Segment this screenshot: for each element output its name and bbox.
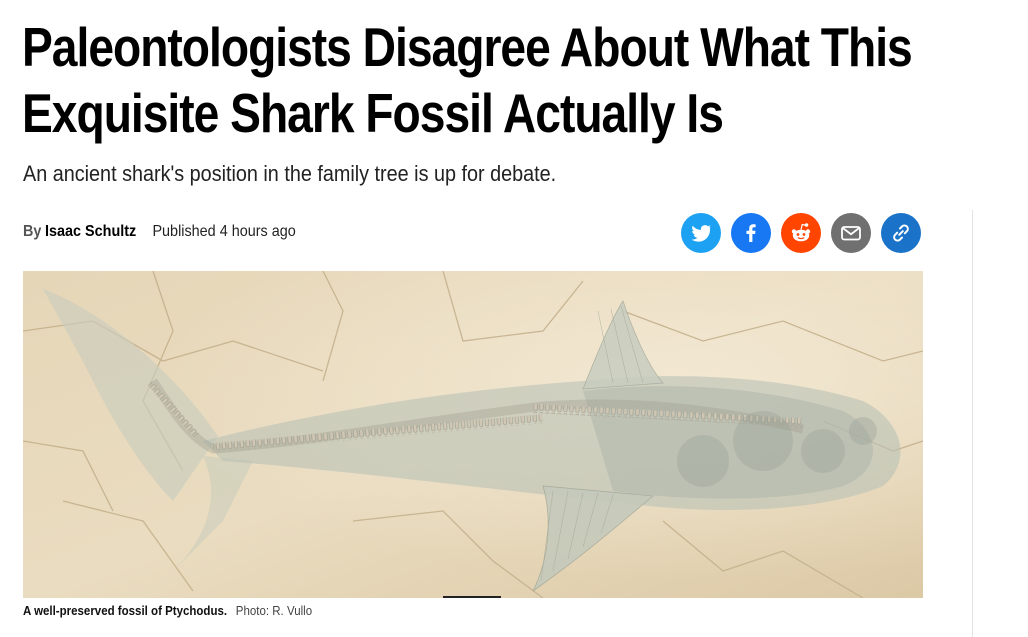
link-icon — [893, 224, 909, 242]
twitter-icon — [691, 225, 712, 242]
byline-prefix: By — [23, 223, 42, 240]
email-icon — [841, 226, 861, 241]
share-email-button[interactable] — [831, 213, 871, 253]
article-image[interactable] — [23, 271, 923, 598]
photo-credit: Photo: R. Vullo — [235, 604, 313, 618]
image-progress-indicator — [443, 596, 501, 598]
byline: By Isaac Schultz Published 4 hours ago — [23, 220, 296, 244]
share-copy-link-button[interactable] — [881, 213, 921, 253]
caption-text: A well-preserved fossil of Ptychodus. — [23, 604, 228, 618]
article-headline: Paleontologists Disagree About What This… — [22, 16, 913, 144]
article-subheadline: An ancient shark's position in the famil… — [23, 161, 557, 186]
facebook-icon — [746, 224, 756, 242]
image-caption: A well-preserved fossil of Ptychodus. Ph… — [23, 603, 312, 619]
share-bar — [681, 213, 921, 253]
publish-time: Published 4 hours ago — [152, 223, 296, 240]
share-facebook-button[interactable] — [731, 213, 771, 253]
share-twitter-button[interactable] — [681, 213, 721, 253]
share-reddit-button[interactable] — [781, 213, 821, 253]
sidebar-divider — [972, 210, 973, 637]
author-link[interactable]: Isaac Schultz — [45, 223, 136, 241]
reddit-icon — [791, 223, 811, 242]
